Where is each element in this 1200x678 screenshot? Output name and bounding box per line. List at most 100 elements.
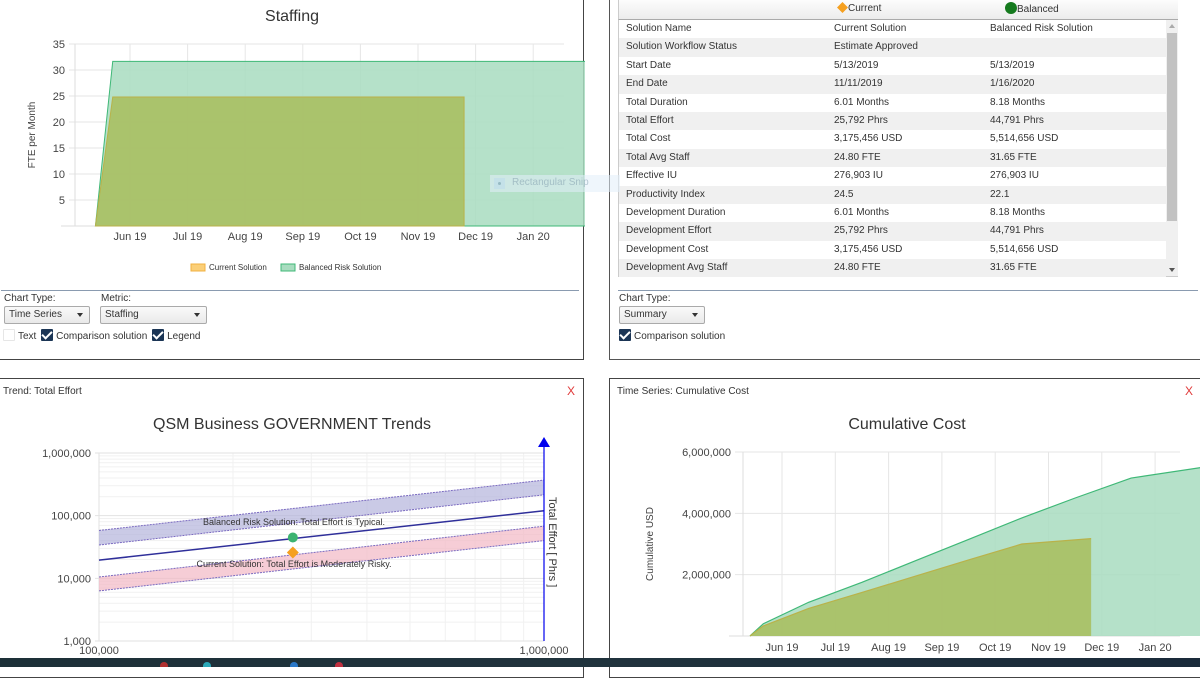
balanced-value: 276,903 IU — [990, 170, 1039, 182]
comparison-solution-checkbox[interactable]: Comparison solution — [619, 329, 726, 342]
x-tick-label: Aug 19 — [871, 642, 906, 654]
scroll-thumb[interactable] — [1167, 33, 1177, 221]
current-value: 25,792 Phrs — [834, 114, 888, 126]
y-tick-label: 20 — [53, 117, 65, 129]
row-label: Total Duration — [626, 96, 688, 108]
taskbar-app-icon[interactable] — [290, 662, 298, 667]
balanced-value: 1/16/2020 — [990, 78, 1035, 90]
y-tick-label: 2,000,000 — [682, 570, 731, 582]
current-value: 24.80 FTE — [834, 151, 881, 163]
legend-label-balanced: Balanced Risk Solution — [299, 263, 381, 272]
staffing-chart: Staffing 5 10 15 20 25 30 35 Jun 19 Jul 19 Aug 19 S… — [27, 8, 585, 272]
x-tick-label: Aug 19 — [228, 231, 263, 243]
current-value: 24.80 FTE — [834, 262, 881, 274]
checkbox-checked-icon — [41, 329, 54, 341]
table-row[interactable]: Development Effort 25,792 Phrs 44,791 Phrs — [619, 222, 1166, 241]
table-row[interactable]: Total Effort 25,792 Phrs 44,791 Phrs — [619, 111, 1166, 131]
row-label: Development Avg Staff — [626, 262, 728, 274]
x-tick-label: Jul 19 — [821, 642, 850, 654]
annotation-current: Current Solution: Total Effort is Modera… — [196, 559, 391, 569]
row-label: Effective IU — [626, 170, 677, 182]
snip-icon — [494, 178, 505, 189]
taskbar-app-icon[interactable] — [335, 662, 343, 667]
current-value: 3,175,456 USD — [834, 133, 903, 145]
y-tick-label: 5 — [59, 195, 65, 207]
balanced-value: 5,514,656 USD — [990, 133, 1059, 145]
scroll-down-icon[interactable] — [1169, 268, 1175, 272]
balanced-value: 5/13/2019 — [990, 59, 1035, 71]
taskbar-app-icon[interactable] — [203, 662, 211, 667]
row-label: Solution Workflow Status — [626, 41, 737, 53]
snip-label: Rectangular Snip — [512, 177, 589, 188]
x-tick-label: 100,000 — [79, 645, 119, 657]
table-row[interactable]: Total Duration 6.01 Months 8.18 Months — [619, 94, 1166, 112]
summary-options: Comparison solution — [619, 329, 727, 342]
chart-type-select[interactable]: Summary — [619, 306, 705, 324]
table-row[interactable]: End Date 11/11/2019 1/16/2020 — [619, 75, 1166, 94]
table-row[interactable]: Total Cost 3,175,456 USD 5,514,656 USD — [619, 130, 1166, 148]
current-value: 6.01 Months — [834, 206, 890, 218]
summary-scrollbar[interactable] — [1166, 20, 1178, 277]
controls-divider — [618, 290, 1198, 291]
table-row[interactable]: Solution Name Current Solution Balanced Ri… — [619, 20, 1166, 38]
balanced-value: Balanced Risk Solution — [990, 23, 1093, 34]
metric-select[interactable]: Staffing — [100, 306, 207, 324]
row-label: Development Effort — [626, 225, 712, 237]
table-row[interactable]: Solution Workflow Status Estimate Approve… — [619, 38, 1166, 57]
y-axis-label: FTE per Month — [27, 102, 38, 169]
text-checkbox[interactable]: Text — [3, 329, 36, 342]
scroll-up-icon[interactable] — [1169, 24, 1175, 28]
right-axis-arrow-icon — [538, 437, 550, 447]
legend-label-current: Current Solution — [209, 263, 267, 272]
balanced-column-header[interactable]: Balanced — [1005, 2, 1059, 15]
summary-table-header: Current Balanced — [618, 0, 1178, 20]
y-tick-label: 25 — [53, 91, 65, 103]
summary-table: Solution Name Current Solution Balanced Ri… — [618, 20, 1166, 278]
balanced-value: 44,791 Phrs — [990, 225, 1044, 237]
comparison-solution-label: Comparison solution — [634, 331, 726, 342]
current-value: 24.5 — [834, 188, 854, 200]
table-row[interactable]: Development Duration 6.01 Months 8.18 Mont… — [619, 204, 1166, 222]
current-value: Estimate Approved — [834, 41, 918, 53]
cumulative-cost-panel: Time Series: Cumulative Cost X Cumulativ… — [609, 378, 1200, 678]
comparison-solution-label: Comparison solution — [56, 331, 148, 342]
taskbar-app-icon[interactable] — [160, 662, 168, 667]
chevron-down-icon — [77, 313, 83, 317]
chart-title: Staffing — [265, 8, 319, 25]
metric-label: Metric: — [101, 293, 131, 304]
y-tick-label: 4,000,000 — [682, 508, 731, 520]
balanced-value: 31.65 FTE — [990, 151, 1037, 163]
checkbox-unchecked-icon — [3, 329, 15, 341]
legend-checkbox[interactable]: Legend — [152, 329, 201, 342]
table-row[interactable]: Development Cost 3,175,456 USD 5,514,656 U… — [619, 241, 1166, 259]
table-row[interactable]: Development Avg Staff 24.80 FTE 31.65 FTE — [619, 259, 1166, 278]
chart-type-label: Chart Type: — [4, 293, 56, 304]
comparison-solution-checkbox[interactable]: Comparison solution — [41, 329, 148, 342]
orange-diamond-icon — [837, 2, 848, 13]
x-tick-label: Dec 19 — [1084, 642, 1119, 654]
row-label: Solution Name — [626, 23, 692, 34]
staffing-options: Text Comparison solution Legend — [3, 329, 202, 342]
row-label: Development Duration — [626, 206, 726, 218]
balanced-value: 8.18 Months — [990, 96, 1046, 108]
chart-type-select[interactable]: Time Series — [4, 306, 90, 324]
chart-type-value: Summary — [624, 309, 667, 320]
x-tick-label: Jan 20 — [1139, 642, 1172, 654]
table-row[interactable]: Effective IU 276,903 IU 276,903 IU — [619, 167, 1166, 185]
chevron-down-icon — [692, 313, 698, 317]
table-row[interactable]: Productivity Index 24.5 22.1 — [619, 185, 1166, 204]
legend-checkbox-label: Legend — [167, 331, 201, 342]
chart-title: Cumulative Cost — [848, 416, 966, 433]
y-tick-label: 100,000 — [51, 511, 91, 523]
current-value: 11/11/2019 — [834, 78, 883, 90]
series-area-current-solution — [750, 538, 1092, 636]
series-area-current-solution — [94, 96, 465, 227]
table-row[interactable]: Start Date 5/13/2019 5/13/2019 — [619, 57, 1166, 75]
current-column-header[interactable]: Current — [837, 2, 881, 14]
current-value: 6.01 Months — [834, 96, 890, 108]
balanced-value: 5,514,656 USD — [990, 243, 1059, 255]
balanced-value: 8.18 Months — [990, 206, 1046, 218]
rectangular-snip-tooltip: Rectangular Snip — [490, 175, 620, 192]
balanced-value: 44,791 Phrs — [990, 114, 1044, 126]
table-row[interactable]: Total Avg Staff 24.80 FTE 31.65 FTE — [619, 148, 1166, 168]
